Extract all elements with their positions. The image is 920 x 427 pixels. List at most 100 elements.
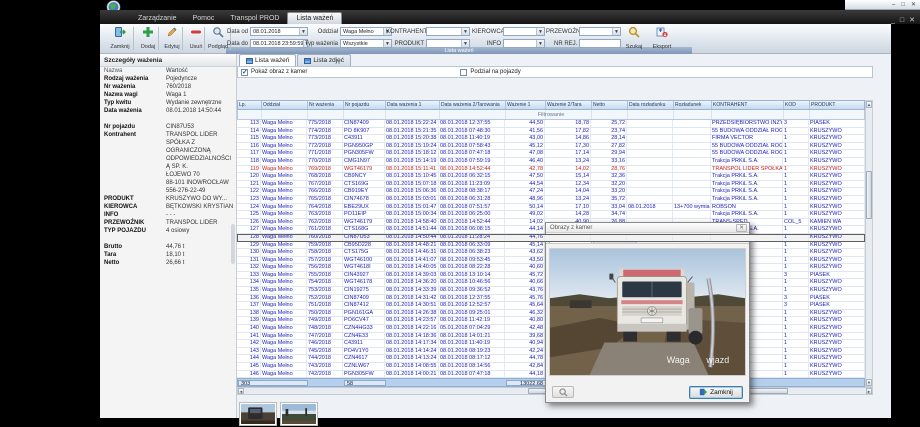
detail-row-data-ważenia: Data ważenia08.01.2018 14:50:44 bbox=[100, 107, 236, 115]
filter-field-przewoźnik[interactable]: ▼ bbox=[579, 27, 621, 36]
table-row[interactable]: 119Waga Mełno769/2018WGT4617908.01.2018 … bbox=[237, 166, 865, 174]
scroll-right-icon[interactable]: ► bbox=[866, 388, 872, 394]
bg-close-icon[interactable]: ✕ bbox=[911, 1, 916, 8]
close-icon[interactable]: ✕ bbox=[909, 16, 915, 24]
column-header[interactable]: Netto bbox=[592, 101, 628, 109]
dialog-titlebar: Obrazy z kamer ✕ bbox=[546, 223, 749, 233]
exit-icon bbox=[114, 25, 126, 43]
detail-row-typ-pojazdu: TYP POJAZDU4 osiowy bbox=[100, 227, 236, 235]
column-header[interactable]: Data ważenia 2/Tarowania bbox=[440, 101, 506, 109]
column-header[interactable]: PRODUKT bbox=[810, 101, 866, 109]
chevron-down-icon[interactable]: ▼ bbox=[536, 28, 544, 35]
filter-field-produkt[interactable]: ▼ bbox=[426, 39, 470, 48]
chevron-down-icon[interactable]: ▼ bbox=[612, 28, 620, 35]
grid-filter-row[interactable]: Filtrowanie bbox=[237, 110, 865, 120]
column-header[interactable]: Rozładunek bbox=[674, 101, 712, 109]
table-row[interactable]: 121Waga Mełno767/2018CTS169G08.01.2018 1… bbox=[237, 181, 865, 189]
chevron-down-icon[interactable]: ▼ bbox=[299, 28, 307, 35]
dialog-close-icon[interactable]: ✕ bbox=[736, 224, 747, 232]
filter-field-typ-ważenia[interactable]: Wszystkie▼ bbox=[340, 39, 392, 48]
dialog-footer: Zamknij bbox=[546, 385, 749, 399]
detail-row-netto: Netto26,66 t bbox=[100, 259, 236, 267]
table-row[interactable]: 113Waga Mełno775/2018CIN8740908.01.2018 … bbox=[237, 120, 865, 128]
watermark-left: Waga bbox=[667, 355, 690, 365]
column-header[interactable]: Data ważenia 1 bbox=[386, 101, 440, 109]
column-header[interactable]: Data rozładunku bbox=[628, 101, 674, 109]
menu-tab-pomoc[interactable]: Pomoc bbox=[185, 12, 223, 24]
column-header[interactable]: Nr pojazdu bbox=[344, 101, 386, 109]
chevron-down-icon[interactable]: ▼ bbox=[536, 40, 544, 47]
checkbox-icon[interactable] bbox=[460, 69, 467, 76]
column-header[interactable]: Lp. bbox=[238, 101, 262, 109]
scroll-down-icon[interactable]: ▼ bbox=[866, 379, 872, 386]
menu-tab-zarz-dzanie[interactable]: Zarządzanie bbox=[130, 12, 185, 24]
chevron-down-icon[interactable]: ▼ bbox=[461, 40, 469, 47]
camera-thumbnail-2[interactable] bbox=[280, 402, 318, 426]
table-row[interactable]: 115Waga Mełno773/2018C4391108.01.2018 15… bbox=[237, 135, 865, 143]
column-header[interactable]: Oddział bbox=[262, 101, 308, 109]
detail-row-nr-pojazdu: Nr pojazduCIN87U53 bbox=[100, 123, 236, 131]
column-header[interactable]: Ważenie 1 bbox=[506, 101, 546, 109]
scroll-up-icon[interactable]: ▲ bbox=[866, 101, 872, 108]
column-header[interactable]: Nr ważenia bbox=[308, 101, 344, 109]
table-row[interactable]: 117Waga Mełno771/2018PGN305FW08.01.2018 … bbox=[237, 150, 865, 158]
toolbar-separator bbox=[133, 27, 134, 50]
szukaj-button[interactable]: Szukaj bbox=[622, 25, 646, 51]
zoom-photo-button[interactable] bbox=[552, 386, 574, 398]
toolbar: Lista ważeń ZamknijDodajEdytujUsuńPodglą… bbox=[100, 24, 891, 54]
filter-field-nr-rej-[interactable] bbox=[579, 39, 621, 48]
column-header[interactable]: Ważenie 2/Tara bbox=[546, 101, 592, 109]
filter-field-data-do[interactable]: 08.01.2018 23:59:59▼ bbox=[250, 39, 308, 48]
menu-tab-lista-wa-e-[interactable]: Lista ważeń bbox=[287, 12, 342, 24]
toolbar-separator bbox=[204, 27, 205, 50]
chevron-down-icon[interactable]: ▼ bbox=[383, 40, 391, 47]
table-row[interactable]: 114Waga Mełno774/2018PO 8K90708.01.2018 … bbox=[237, 128, 865, 136]
eksport-button[interactable]: Eksport bbox=[650, 25, 674, 51]
minimize-icon[interactable]: _ bbox=[891, 17, 895, 24]
table-row[interactable]: 122Waga Mełno766/2018CB919EY08.01.2018 1… bbox=[237, 188, 865, 196]
add-icon bbox=[142, 25, 154, 43]
filter-field-kierowca[interactable]: ▼ bbox=[503, 27, 545, 36]
sidebar-scrollbar[interactable] bbox=[231, 224, 235, 264]
table-row-selected[interactable]: 128Waga Mełno760/2018CIN87U5308.01.2018 … bbox=[237, 234, 865, 242]
filter-label-kierowca: KIEROWCA bbox=[472, 29, 501, 35]
bg-maximize-icon[interactable]: □ bbox=[901, 2, 905, 8]
bg-minimize-icon[interactable]: – bbox=[892, 2, 895, 8]
grid-vertical-scrollbar[interactable]: ▲ ▼ bbox=[865, 100, 873, 387]
column-header[interactable]: KOD bbox=[784, 101, 810, 109]
dodaj-button[interactable]: Dodaj bbox=[136, 25, 160, 51]
maximize-icon[interactable]: □ bbox=[900, 17, 904, 24]
filter-field-oddział[interactable]: Waga Mełno▼ bbox=[340, 27, 392, 36]
toolbar-separator bbox=[158, 27, 159, 50]
checkbox-podział-na-pojazdy[interactable]: Podział na pojazdy bbox=[457, 69, 520, 76]
dialog-title: Obrazy z kamer bbox=[550, 225, 592, 231]
checkbox-pokaż-obraz-z-kamer[interactable]: Pokaż obraz z kamer bbox=[238, 69, 307, 76]
menu-tab-transpol-prod[interactable]: Transpol PROD bbox=[222, 12, 287, 24]
table-row[interactable]: 118Waga Mełno770/2018CMG1N9708.01.2018 1… bbox=[237, 158, 865, 166]
chevron-down-icon[interactable]: ▼ bbox=[461, 28, 469, 35]
zamknij-button[interactable]: Zamknij bbox=[108, 25, 132, 51]
table-row[interactable]: 124Waga Mełno764/2018EBE29UX08.01.2018 1… bbox=[237, 204, 865, 212]
filter-label-oddział: Oddział bbox=[312, 29, 338, 35]
dialog-close-button[interactable]: Zamknij bbox=[689, 386, 743, 399]
tab-lista-ważeń[interactable]: Lista ważeń bbox=[239, 54, 296, 66]
table-row[interactable]: 125Waga Mełno763/2018PO11EIP08.01.2018 1… bbox=[237, 211, 865, 219]
filter-field-info[interactable]: ▼ bbox=[503, 39, 545, 48]
export-icon bbox=[656, 25, 668, 43]
tab-lista-zdję-[interactable]: Lista zdjęć bbox=[297, 54, 351, 66]
edytuj-button[interactable]: Edytuj bbox=[160, 25, 184, 51]
table-row[interactable]: 120Waga Mełno768/2018CB9NCY08.01.2018 15… bbox=[237, 173, 865, 181]
scroll-left-icon[interactable]: ◄ bbox=[238, 388, 244, 394]
detail-row-info: INFO- - - bbox=[100, 211, 236, 219]
column-header[interactable]: KONTRAHENT bbox=[712, 101, 784, 109]
table-row[interactable]: 123Waga Mełno765/2018CIN7467808.01.2018 … bbox=[237, 196, 865, 204]
detail-row-nr-ważenia: Nr ważenia760/2018 bbox=[100, 83, 236, 91]
camera-thumbnail-1[interactable] bbox=[239, 402, 277, 426]
filter-field-kontrahent[interactable]: ▼ bbox=[426, 27, 470, 36]
filter-field-data-od[interactable]: 08.01.2018▼ bbox=[250, 27, 308, 36]
table-row[interactable]: 116Waga Mełno772/2018PGN950GP08.01.2018 … bbox=[237, 143, 865, 151]
delete-icon bbox=[190, 25, 202, 43]
filter-label-kontrahent: KONTRAHENT bbox=[386, 29, 424, 35]
checkbox-icon[interactable] bbox=[241, 69, 248, 76]
vertical-scroll-thumb[interactable] bbox=[866, 171, 872, 219]
